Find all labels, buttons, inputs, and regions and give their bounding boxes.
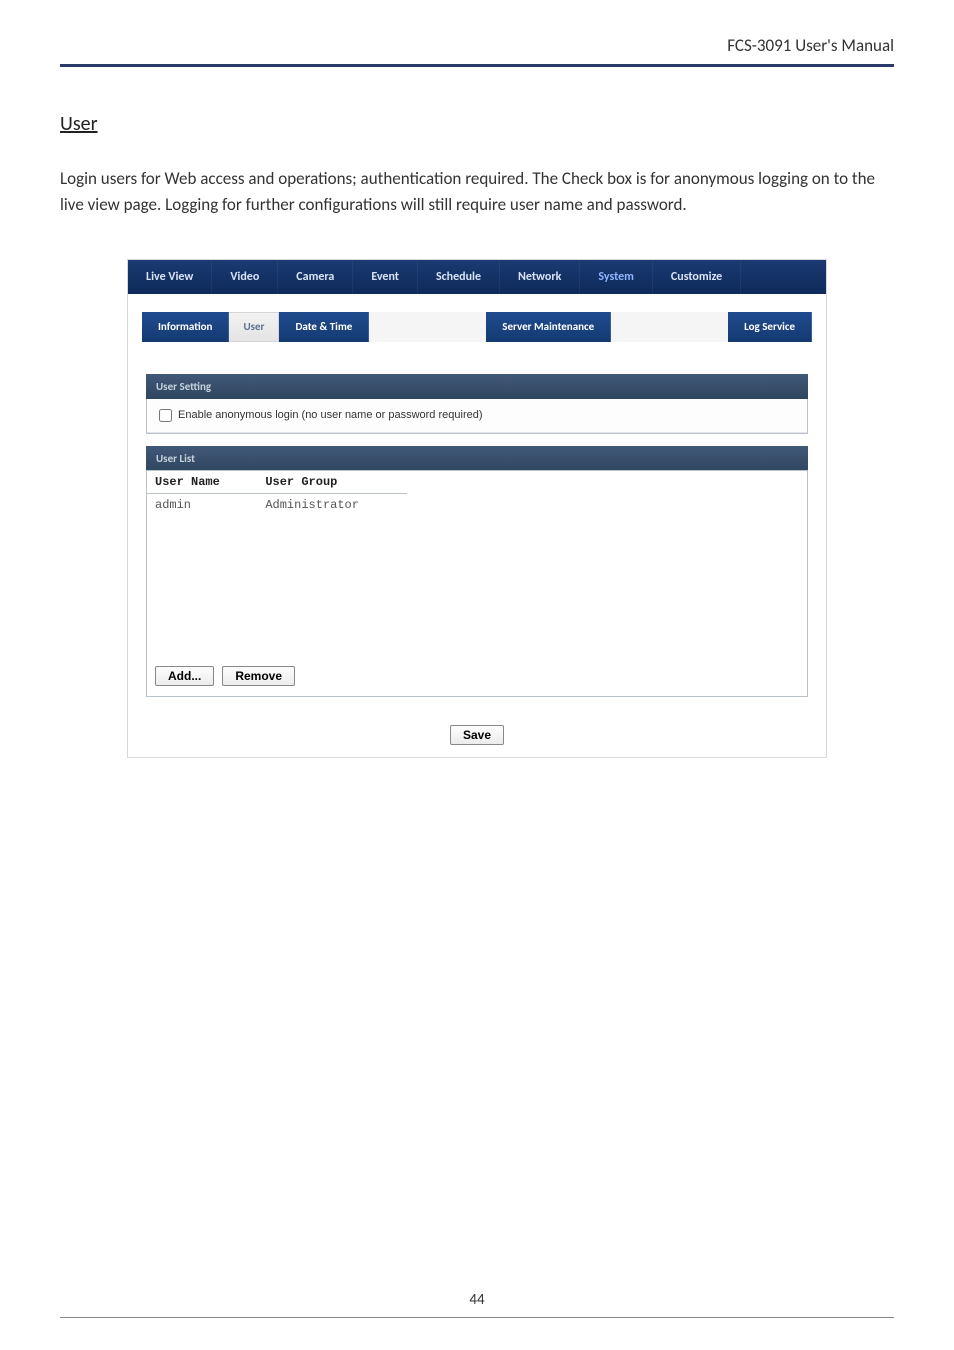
- page-number: 44: [469, 1291, 484, 1309]
- remove-button[interactable]: Remove: [222, 666, 295, 686]
- nav-video[interactable]: Video: [212, 260, 278, 294]
- nav-event[interactable]: Event: [353, 260, 418, 294]
- col-user-group: User Group: [257, 471, 407, 494]
- anonymous-login-checkbox[interactable]: [159, 409, 172, 422]
- nav-network[interactable]: Network: [500, 260, 580, 294]
- subnav-user[interactable]: User: [229, 312, 279, 342]
- nav-live-view[interactable]: Live View: [128, 260, 212, 294]
- sub-nav: Information User Date & Time Server Main…: [142, 312, 812, 342]
- cell-user-name: admin: [147, 493, 257, 516]
- top-nav: Live View Video Camera Event Schedule Ne…: [128, 260, 826, 294]
- user-list-table: User Name User Group admin Administrator: [147, 471, 407, 516]
- section-title: User: [60, 112, 894, 136]
- nav-system[interactable]: System: [580, 260, 653, 294]
- save-button[interactable]: Save: [450, 725, 504, 745]
- table-header-row: User Name User Group: [147, 471, 407, 494]
- user-list-header: User List: [146, 446, 808, 471]
- footer-rule: [60, 1317, 894, 1318]
- add-button[interactable]: Add...: [155, 666, 214, 686]
- user-list-empty-area: [147, 516, 807, 656]
- subnav-information[interactable]: Information: [142, 312, 229, 342]
- running-header: FCS-3091 User's Manual: [60, 35, 894, 67]
- cell-user-group: Administrator: [257, 493, 407, 516]
- nav-camera[interactable]: Camera: [278, 260, 353, 294]
- settings-screenshot: Live View Video Camera Event Schedule Ne…: [127, 259, 827, 758]
- table-row[interactable]: admin Administrator: [147, 493, 407, 516]
- anonymous-login-label: Enable anonymous login (no user name or …: [178, 409, 483, 421]
- section-paragraph: Login users for Web access and operation…: [60, 166, 894, 219]
- subnav-log-service[interactable]: Log Service: [728, 312, 812, 342]
- subnav-server-maintenance[interactable]: Server Maintenance: [486, 312, 611, 342]
- anonymous-login-row[interactable]: Enable anonymous login (no user name or …: [147, 399, 807, 433]
- col-user-name: User Name: [147, 471, 257, 494]
- subnav-date-time[interactable]: Date & Time: [279, 312, 369, 342]
- user-setting-header: User Setting: [146, 374, 808, 399]
- nav-customize[interactable]: Customize: [653, 260, 741, 294]
- nav-schedule[interactable]: Schedule: [418, 260, 500, 294]
